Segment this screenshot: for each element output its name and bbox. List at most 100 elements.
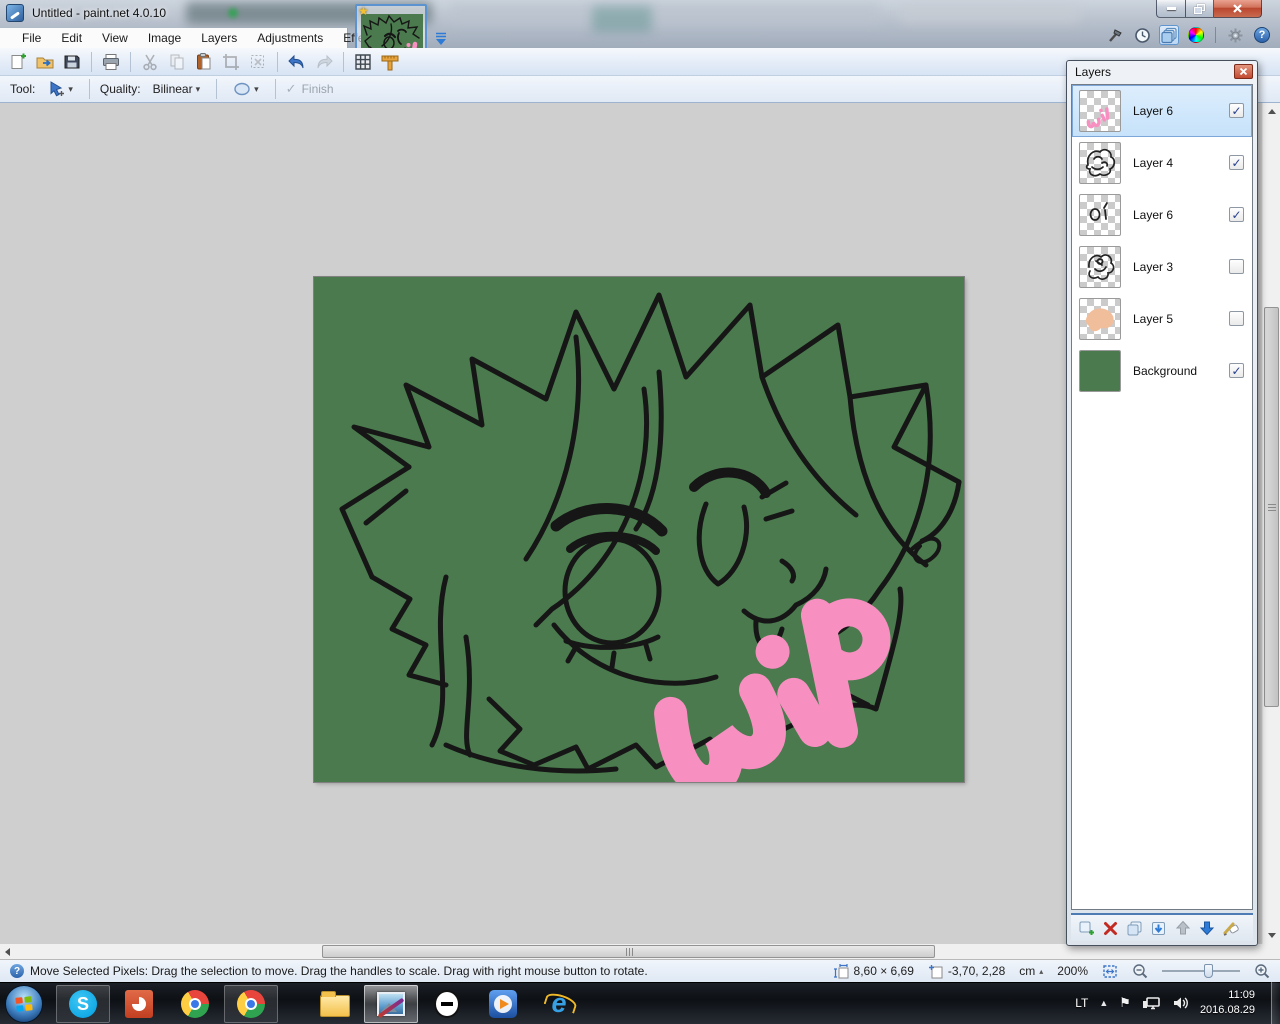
deselect-button[interactable] <box>246 50 270 74</box>
history-window-toggle[interactable] <box>1132 25 1152 45</box>
taskbar-item-chrome-2[interactable] <box>224 985 278 1023</box>
image-list-dropdown[interactable] <box>433 32 449 46</box>
layer-row[interactable]: Layer 5 ✓ <box>1072 293 1252 345</box>
layers-window[interactable]: Layers Layer 6 ✓ Layer 4 ✓ Layer 6 ✓ Lay… <box>1066 60 1258 946</box>
layer-visibility-checkbox[interactable]: ✓ <box>1229 259 1244 274</box>
zoom-out-button[interactable] <box>1132 963 1148 979</box>
layer-properties-button[interactable] <box>1221 919 1240 938</box>
tools-window-toggle[interactable] <box>1105 25 1125 45</box>
layer-row[interactable]: Layer 6 ✓ <box>1072 85 1252 137</box>
taskbar-item-media-player[interactable] <box>476 985 530 1023</box>
redo-button[interactable] <box>312 50 336 74</box>
new-button[interactable] <box>6 50 30 74</box>
layers-window-titlebar[interactable]: Layers <box>1067 61 1257 83</box>
canvas[interactable] <box>314 277 964 782</box>
layer-visibility-checkbox[interactable]: ✓ <box>1229 155 1244 170</box>
deselect-icon <box>251 54 264 68</box>
merge-layer-down-button[interactable] <box>1149 919 1168 938</box>
paste-button[interactable] <box>192 50 216 74</box>
start-button[interactable] <box>5 985 43 1023</box>
zoom-in-button[interactable] <box>1254 963 1270 979</box>
printer-icon <box>103 53 119 70</box>
chevron-down-icon: ▾ <box>195 83 201 94</box>
show-desktop-button[interactable] <box>1271 982 1280 1024</box>
horizontal-scrollbar-thumb[interactable] <box>322 945 935 958</box>
menu-layers[interactable]: Layers <box>191 29 247 47</box>
toggle-rulers-button[interactable] <box>378 50 402 74</box>
layers-window-close-button[interactable] <box>1234 64 1253 79</box>
duplicate-layer-button[interactable] <box>1125 919 1144 938</box>
cut-button[interactable] <box>138 50 162 74</box>
taskbar-item-recording[interactable] <box>420 985 474 1023</box>
cursor-position-readout: -3,70, 2,28 <box>928 964 1005 979</box>
taskbar-item-powerpoint[interactable] <box>112 985 166 1023</box>
paintdotnet-icon <box>377 992 405 1016</box>
scroll-down-button[interactable] <box>1263 927 1280 944</box>
internet-explorer-icon: e <box>544 989 574 1019</box>
layer-row[interactable]: Background ✓ <box>1072 345 1252 397</box>
menu-file[interactable]: File <box>12 29 51 47</box>
taskbar-item-internet-explorer[interactable]: e <box>532 985 586 1023</box>
layer-row[interactable]: Layer 4 ✓ <box>1072 137 1252 189</box>
zoom-slider[interactable] <box>1162 964 1240 978</box>
action-center-flag-icon[interactable]: ⚑ <box>1119 995 1131 1011</box>
scroll-left-button[interactable] <box>0 944 15 959</box>
horizontal-scrollbar[interactable] <box>0 944 1262 959</box>
taskbar-item-explorer[interactable] <box>308 985 362 1023</box>
move-layer-down-button[interactable] <box>1197 919 1216 938</box>
zoom-to-window-button[interactable] <box>1102 964 1118 979</box>
open-button[interactable] <box>33 50 57 74</box>
layer-visibility-checkbox[interactable]: ✓ <box>1229 207 1244 222</box>
layer-row[interactable]: Layer 6 ✓ <box>1072 189 1252 241</box>
layer-name: Layer 6 <box>1133 104 1174 118</box>
restore-button[interactable] <box>1186 0 1214 18</box>
menu-edit[interactable]: Edit <box>51 29 92 47</box>
vertical-scrollbar[interactable] <box>1262 103 1280 944</box>
save-button[interactable] <box>60 50 84 74</box>
close-button[interactable] <box>1214 0 1262 18</box>
crop-to-selection-button[interactable] <box>219 50 243 74</box>
print-button[interactable] <box>99 50 123 74</box>
layer-visibility-checkbox[interactable]: ✓ <box>1229 103 1244 118</box>
vertical-scrollbar-thumb[interactable] <box>1264 307 1279 707</box>
tray-expand-button[interactable]: ▲ <box>1099 998 1108 1008</box>
layer-visibility-checkbox[interactable]: ✓ <box>1229 311 1244 326</box>
scroll-up-button[interactable] <box>1263 103 1280 120</box>
copy-button[interactable] <box>165 50 189 74</box>
speaker-icon[interactable] <box>1172 995 1189 1011</box>
layer-row[interactable]: Layer 3 ✓ <box>1072 241 1252 293</box>
move-down-icon <box>1199 921 1214 936</box>
status-message: Move Selected Pixels: Drag the selection… <box>30 964 648 978</box>
menu-adjustments[interactable]: Adjustments <box>247 29 333 47</box>
taskbar-item-skype[interactable]: S <box>56 985 110 1023</box>
delete-layer-button[interactable] <box>1101 919 1120 938</box>
taskbar-item-paintdotnet[interactable] <box>364 985 418 1023</box>
settings-button[interactable] <box>1225 25 1245 45</box>
menu-image[interactable]: Image <box>138 29 191 47</box>
menu-view[interactable]: View <box>92 29 138 47</box>
layer-visibility-checkbox[interactable]: ✓ <box>1229 363 1244 378</box>
move-layer-up-button[interactable] <box>1173 919 1192 938</box>
network-icon[interactable] <box>1142 995 1161 1011</box>
help-button[interactable]: ? <box>1252 25 1272 45</box>
taskbar-item-chrome[interactable] <box>168 985 222 1023</box>
tool-selector[interactable]: ▾ <box>41 78 79 100</box>
add-layer-button[interactable] <box>1077 919 1096 938</box>
selection-render-dropdown[interactable]: ▾ <box>227 79 265 99</box>
unit-dropdown[interactable]: cm ▴ <box>1019 964 1043 978</box>
toggle-grid-button[interactable] <box>351 50 375 74</box>
language-indicator[interactable]: LT <box>1075 996 1088 1010</box>
undo-button[interactable] <box>285 50 309 74</box>
quality-dropdown[interactable]: Bilinear ▾ <box>147 80 207 98</box>
chevron-up-icon: ▴ <box>1039 966 1044 976</box>
folder-icon <box>320 991 350 1017</box>
paintdotnet-app-icon <box>6 4 24 22</box>
minimize-button[interactable] <box>1156 0 1186 18</box>
tray-time: 11:09 <box>1228 989 1255 1002</box>
zoom-slider-handle[interactable] <box>1204 964 1213 978</box>
clock[interactable]: 11:09 2016.08.29 <box>1200 988 1255 1018</box>
layers-window-toggle[interactable] <box>1159 25 1179 45</box>
divider <box>274 79 276 99</box>
finish-button[interactable]: ✓ Finish <box>286 81 334 97</box>
colors-window-toggle[interactable] <box>1186 25 1206 45</box>
